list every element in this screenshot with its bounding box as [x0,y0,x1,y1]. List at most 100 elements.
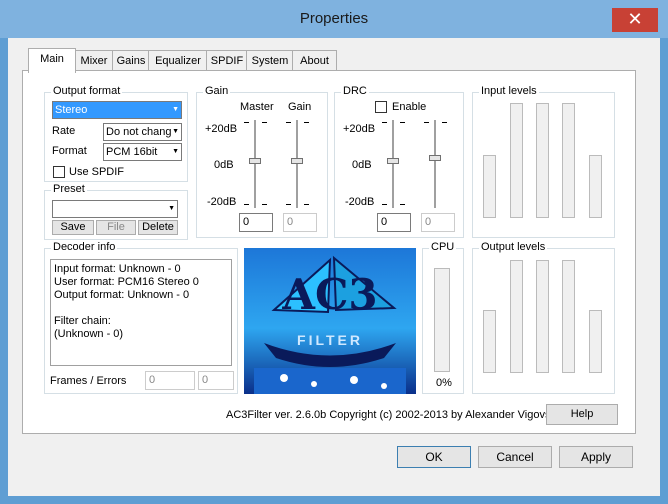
logo-subtext: FILTER [297,332,363,348]
output-level-meter [510,260,523,373]
decoder-line: Filter chain: [54,315,111,327]
decoder-line: User format: PCM16 Stereo 0 [54,276,199,288]
tick-mark [244,204,249,205]
gain-minus20-label: -20dB [207,196,237,208]
gain-label: Gain [288,101,312,113]
chevron-down-icon: ▼ [172,128,179,135]
gain-slider-track[interactable] [296,120,298,208]
drc-slider-thumb[interactable] [387,158,399,164]
use-spdif-label: Use SPDIF [69,166,125,178]
apply-button[interactable]: Apply [559,446,633,468]
tick-mark [424,122,429,123]
decoder-line [54,302,228,315]
output-level-meter [589,310,602,373]
input-levels-caption: Input levels [479,85,539,97]
copyright-text: AC3Filter ver. 2.6.0b Copyright (c) 2002… [226,409,562,421]
output-format-caption: Output format [51,85,123,97]
tab-equalizer[interactable]: Equalizer [148,50,208,72]
drc-level-slider-track[interactable] [434,120,436,208]
sample-format-combo[interactable]: PCM 16bit ▼ [103,143,182,161]
drc-slider-track[interactable] [392,120,394,208]
chevron-down-icon: ▼ [172,106,179,113]
tick-mark [244,122,249,123]
gain-input[interactable]: 0 [283,213,317,232]
preset-file-button[interactable]: File [96,220,136,235]
format-label: Format [52,145,87,157]
decoder-line: Input format: Unknown - 0 [54,263,181,275]
preset-save-button[interactable]: Save [52,220,94,235]
ac3filter-logo: AC3 FILTER [244,248,416,394]
preset-delete-button[interactable]: Delete [138,220,178,235]
preset-caption: Preset [51,183,87,195]
window-title: Properties [299,10,369,27]
drc-plus20-label: +20dB [343,123,376,135]
input-level-meter [483,155,496,218]
drc-enable-label: Enable [392,101,427,113]
rate-label: Rate [52,125,76,137]
ok-button[interactable]: OK [397,446,471,468]
tick-mark [304,122,309,123]
logo-text: AC3 [282,270,378,319]
tick-mark [400,204,405,205]
tick-mark [382,204,387,205]
gain-slider-thumb[interactable] [291,158,303,164]
output-level-meter [483,310,496,373]
tab-main[interactable]: Main [28,48,76,73]
drc-minus20-label: -20dB [345,196,375,208]
frames-errors-label: Frames / Errors [50,375,127,387]
rate-combo-value: Do not chang [106,126,172,138]
use-spdif-checkbox[interactable] [53,166,65,178]
chevron-down-icon: ▼ [172,148,179,155]
format-combo-value: Stereo [55,104,88,116]
master-slider-thumb[interactable] [249,158,261,164]
master-label: Master [240,101,274,113]
tick-mark [400,122,405,123]
tick-mark [442,122,447,123]
output-level-meter [536,260,549,373]
tick-mark [262,204,267,205]
rate-combo[interactable]: Do not chang ▼ [103,123,182,141]
format-combo[interactable]: Stereo ▼ [52,101,182,119]
decoder-info-text: Input format: Unknown - 0 User format: P… [50,259,232,366]
output-level-meter [562,260,575,373]
tick-mark [262,122,267,123]
gain-caption: Gain [203,85,231,97]
tab-system[interactable]: System [246,50,294,72]
drc-enable-checkbox[interactable] [375,101,387,113]
drc-input[interactable]: 0 [377,213,411,232]
tab-gains[interactable]: Gains [112,50,150,72]
decoder-line: Output format: Unknown - 0 [54,289,190,301]
cpu-value: 0% [436,377,452,389]
master-gain-input[interactable]: 0 [239,213,273,232]
drc-level-input[interactable]: 0 [421,213,455,232]
cancel-button[interactable]: Cancel [478,446,552,468]
errors-count-field: 0 [198,371,234,390]
help-button[interactable]: Help [546,404,618,425]
drc-level-slider-thumb[interactable] [429,155,441,161]
tab-spdif[interactable]: SPDIF [206,50,248,72]
tick-mark [286,204,291,205]
tab-about[interactable]: About [292,50,337,72]
input-level-meter [510,103,523,218]
input-level-meter [589,155,602,218]
input-level-meter [536,103,549,218]
tick-mark [382,122,387,123]
output-levels-caption: Output levels [479,241,548,253]
tab-mixer[interactable]: Mixer [74,50,114,72]
frames-count-field: 0 [145,371,195,390]
preset-combo[interactable]: ▼ [52,200,178,218]
drc-caption: DRC [341,85,369,97]
close-button[interactable]: ✕ [612,8,658,32]
master-slider-track[interactable] [254,120,256,208]
cpu-caption: CPU [429,241,457,253]
cpu-meter [434,268,450,372]
decoder-line: (Unknown - 0) [54,328,124,340]
input-level-meter [562,103,575,218]
gain-zero-label: 0dB [214,159,234,171]
gain-plus20-label: +20dB [205,123,238,135]
tick-mark [286,122,291,123]
tick-mark [304,204,309,205]
chevron-down-icon: ▼ [168,205,175,212]
drc-zero-label: 0dB [352,159,372,171]
decoder-info-caption: Decoder info [51,241,118,253]
